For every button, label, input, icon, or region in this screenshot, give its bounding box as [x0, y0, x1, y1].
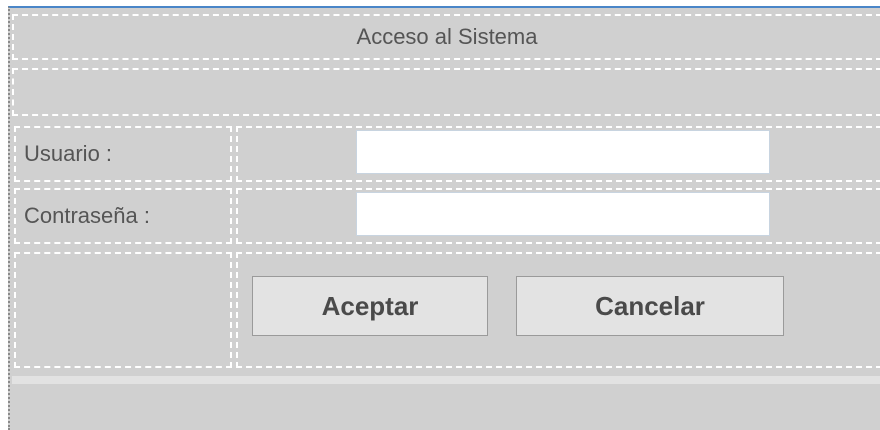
password-label-cell: Contraseña : [14, 188, 232, 244]
password-input[interactable] [356, 192, 770, 236]
empty-cell [14, 252, 232, 368]
login-title: Acceso al Sistema [356, 24, 538, 49]
accept-button[interactable]: Aceptar [252, 276, 488, 336]
footer-area [12, 386, 880, 426]
username-label: Usuario : [24, 141, 113, 166]
footer-separator [12, 376, 880, 384]
message-cell [12, 68, 880, 116]
login-header-cell: Acceso al Sistema [12, 14, 880, 60]
username-input[interactable] [356, 130, 770, 174]
cancel-button[interactable]: Cancelar [516, 276, 784, 336]
password-label: Contraseña : [24, 203, 150, 228]
username-label-cell: Usuario : [14, 126, 232, 182]
